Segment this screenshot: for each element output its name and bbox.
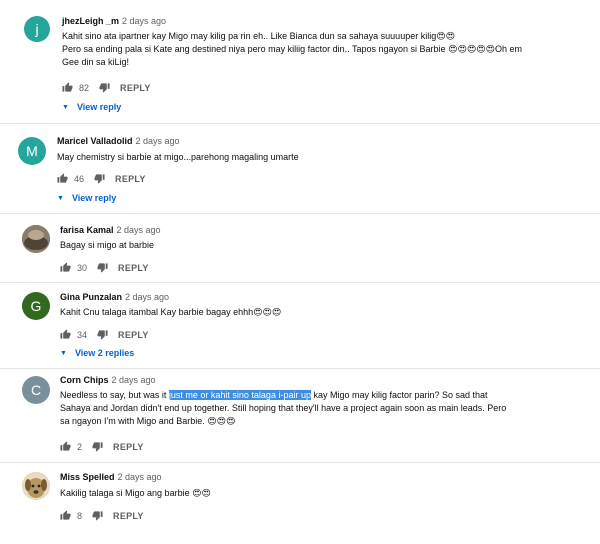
dog-photo-icon — [22, 472, 50, 500]
avatar[interactable]: C — [22, 376, 50, 404]
reply-button[interactable]: REPLY — [115, 174, 146, 184]
thumb-down-icon[interactable] — [99, 82, 110, 93]
thumb-down-icon[interactable] — [94, 173, 105, 184]
view-replies-button[interactable]: ▼ View reply — [57, 193, 116, 203]
author-name[interactable]: Corn Chips — [60, 375, 109, 385]
comment-text: May chemistry si barbie at migo...pareho… — [57, 152, 299, 162]
reply-button[interactable]: REPLY — [113, 511, 144, 521]
comment-header: Miss Spelled 2 days ago — [60, 472, 162, 482]
comment-header: Maricel Valladolid 2 days ago — [57, 136, 180, 146]
comment-time[interactable]: 2 days ago — [122, 16, 166, 26]
thumb-up-icon[interactable] — [60, 441, 71, 452]
profile-photo-icon — [22, 225, 50, 253]
view-replies-button[interactable]: ▼ View reply — [62, 102, 121, 112]
chevron-down-icon: ▼ — [60, 349, 67, 357]
thumb-down-icon[interactable] — [97, 329, 108, 340]
divider — [0, 462, 600, 463]
avatar[interactable]: j — [24, 16, 50, 42]
thumb-up-icon[interactable] — [60, 262, 71, 273]
reply-button[interactable]: REPLY — [120, 83, 151, 93]
view-replies-button[interactable]: ▼ View 2 replies — [60, 348, 134, 358]
like-count: 34 — [77, 329, 88, 340]
thumb-down-icon[interactable] — [97, 262, 108, 273]
comment-actions: 30 REPLY — [60, 262, 149, 273]
thumb-down-icon[interactable] — [92, 441, 103, 452]
avatar[interactable]: M — [18, 137, 46, 165]
comment-text: Needless to say, but was it just me or k… — [60, 390, 507, 426]
comment-time[interactable]: 2 days ago — [125, 292, 169, 302]
author-name[interactable]: jhezLeigh _m — [62, 16, 119, 26]
thumb-up-icon[interactable] — [62, 82, 73, 93]
like-count: 46 — [74, 173, 85, 184]
selected-text[interactable]: just me or kahit sino talaga i-pair up — [168, 390, 311, 400]
author-name[interactable]: Miss Spelled — [60, 472, 115, 482]
chevron-down-icon: ▼ — [62, 103, 69, 111]
author-name[interactable]: farisa Kamal — [60, 225, 114, 235]
comment-time[interactable]: 2 days ago — [117, 225, 161, 235]
comment-header: jhezLeigh _m 2 days ago — [62, 16, 166, 26]
avatar[interactable] — [22, 472, 50, 500]
divider — [0, 123, 600, 124]
reply-button[interactable]: REPLY — [113, 442, 144, 452]
comment-text: Bagay si migo at barbie — [60, 240, 155, 250]
comment-time[interactable]: 2 days ago — [118, 472, 162, 482]
reply-button[interactable]: REPLY — [118, 330, 149, 340]
thumb-up-icon[interactable] — [57, 173, 68, 184]
like-count: 30 — [77, 262, 88, 273]
divider — [0, 368, 600, 369]
comment-header: Corn Chips 2 days ago — [60, 375, 156, 385]
like-count: 82 — [79, 82, 90, 93]
comment-text: Kakilig talaga si Migo ang barbie 😍😍 — [60, 488, 211, 498]
comment-actions: 34 REPLY — [60, 329, 149, 340]
divider — [0, 213, 600, 214]
divider — [0, 282, 600, 283]
comment-header: Gina Punzalan 2 days ago — [60, 292, 169, 302]
comment-actions: 8 REPLY — [60, 510, 144, 521]
thumb-up-icon[interactable] — [60, 510, 71, 521]
avatar[interactable]: G — [22, 292, 50, 320]
avatar[interactable] — [22, 225, 50, 253]
reply-button[interactable]: REPLY — [118, 263, 149, 273]
comment-time[interactable]: 2 days ago — [112, 375, 156, 385]
comment-actions: 46 REPLY — [57, 173, 146, 184]
author-name[interactable]: Maricel Valladolid — [57, 136, 133, 146]
comment-text: Kahit Cnu talaga itambal Kay barbie baga… — [60, 307, 282, 317]
comment-actions: 2 REPLY — [60, 441, 144, 452]
like-count: 8 — [77, 510, 83, 521]
comment-header: farisa Kamal 2 days ago — [60, 225, 161, 235]
thumb-up-icon[interactable] — [60, 329, 71, 340]
comment-text: Kahit sino ata ipartner kay Migo may kil… — [62, 31, 522, 67]
like-count: 2 — [77, 441, 83, 452]
comment-actions: 82 REPLY — [62, 82, 151, 93]
chevron-down-icon: ▼ — [57, 194, 64, 202]
thumb-down-icon[interactable] — [92, 510, 103, 521]
comment-time[interactable]: 2 days ago — [136, 136, 180, 146]
author-name[interactable]: Gina Punzalan — [60, 292, 122, 302]
